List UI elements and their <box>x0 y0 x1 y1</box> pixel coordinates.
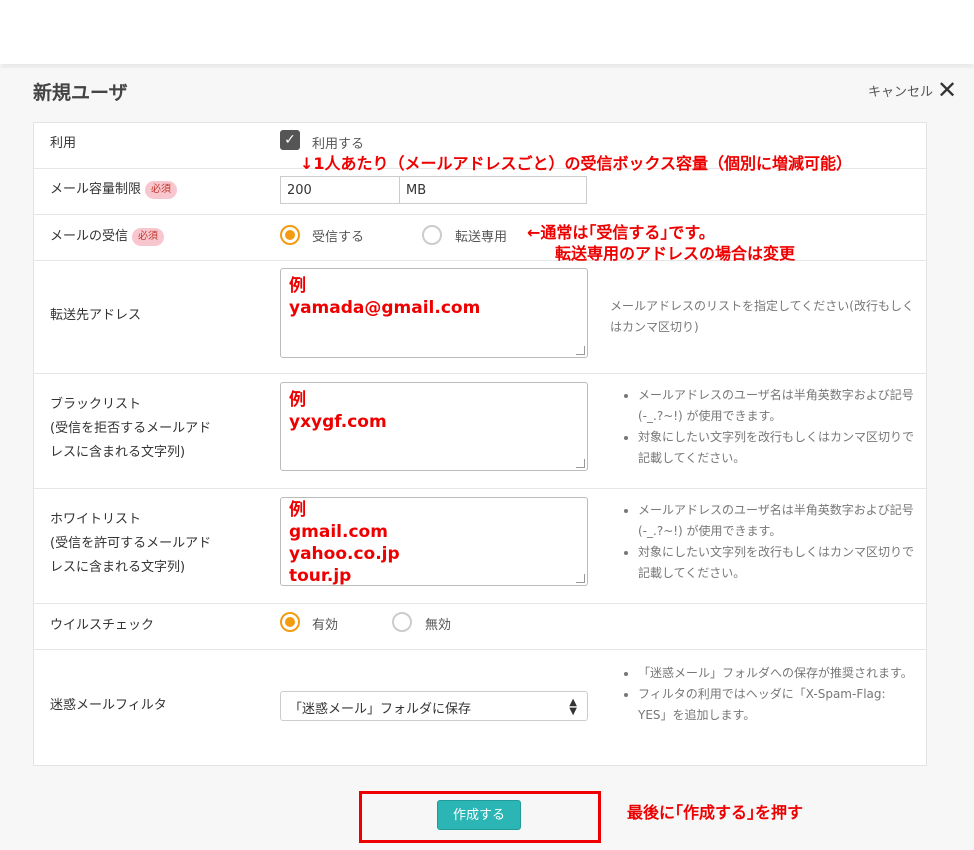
user-form: 利用 ✓ 利用する メール容量制限 必須 200 MB メールの受信 必須 受信する… <box>33 122 927 766</box>
textarea-line: yamada@gmail.com <box>289 298 481 318</box>
blacklist-label: ブラックリスト (受信を拒否するメールアド レスに含まれる文字列) <box>50 397 212 460</box>
textarea-line: yahoo.co.jp <box>289 544 400 564</box>
spam-label: 迷惑メールフィルタ <box>50 698 167 713</box>
virus-disabled-radio[interactable] <box>392 612 412 632</box>
virus-enabled-label: 有効 <box>312 618 339 633</box>
virus-label: ウイルスチェック <box>50 618 155 633</box>
textarea-line: gmail.com <box>289 522 388 542</box>
spam-select-value: 「迷惑メール」フォルダに保存 <box>289 702 472 717</box>
resize-grip-icon[interactable] <box>576 574 585 583</box>
quota-annotation: ↓1人あたり（メールアドレスごと）の受信ボックス容量（個別に増減可能） <box>300 154 853 173</box>
textarea-line: yxygf.com <box>289 412 387 432</box>
cancel-label: キャンセル <box>868 84 934 100</box>
resize-grip-icon[interactable] <box>576 346 585 355</box>
receive-annotation-2: 転送専用のアドレスの場合は変更 <box>555 244 796 263</box>
cancel-button[interactable]: キャンセル ✕ <box>868 78 957 102</box>
blacklist-textarea[interactable]: 例 yxygf.com <box>280 382 588 471</box>
submit-annotation: 最後に｢作成する｣を押す <box>627 803 804 822</box>
row-forward: 転送先アドレス 例 yamada@gmail.com メールアドレスのリストを指… <box>34 260 926 374</box>
spam-help: 「迷惑メール」フォルダへの保存が推奨されます。 フィルタの利用ではヘッダに「X-… <box>624 663 916 726</box>
whitelist-textarea[interactable]: 例 gmail.com yahoo.co.jp tour.jp <box>280 497 588 586</box>
row-whitelist: ホワイトリスト (受信を許可するメールアド レスに含まれる文字列) 例 gmai… <box>34 488 926 604</box>
page-title: 新規ユーザ <box>33 82 128 104</box>
textarea-line: 例 <box>289 276 306 296</box>
receive-label: メールの受信 必須 <box>50 225 165 249</box>
forward-only-option-label: 転送専用 <box>455 230 508 245</box>
whitelist-label: ホワイトリスト (受信を許可するメールアド レスに含まれる文字列) <box>50 512 212 575</box>
virus-disabled-label: 無効 <box>425 618 452 633</box>
top-bar <box>0 0 974 64</box>
create-button[interactable]: 作成する <box>437 800 521 830</box>
forward-only-radio[interactable] <box>422 225 442 245</box>
forward-help: メールアドレスのリストを指定してください(改行もしくはカンマ区切り) <box>610 299 914 334</box>
receive-radio[interactable] <box>280 225 300 245</box>
resize-grip-icon[interactable] <box>576 459 585 468</box>
textarea-line: tour.jp <box>289 566 352 586</box>
receive-option-label: 受信する <box>312 230 365 245</box>
select-arrows-icon: ▲ ▼ <box>569 697 577 717</box>
whitelist-help: メールアドレスのユーザ名は半角英数字および記号(-_.?~!) が使用できます。… <box>624 500 914 584</box>
required-badge: 必須 <box>132 227 165 246</box>
row-spam: 迷惑メールフィルタ 「迷惑メール」フォルダに保存 ▲▼ 「迷惑メール」フォルダへ… <box>34 649 926 765</box>
row-quota: メール容量制限 必須 200 MB <box>34 168 926 215</box>
quota-input[interactable]: 200 <box>280 176 400 204</box>
quota-label: メール容量制限 必須 <box>50 178 178 202</box>
quota-unit: MB <box>399 176 587 204</box>
row-blacklist: ブラックリスト (受信を拒否するメールアド レスに含まれる文字列) 例 yxyg… <box>34 373 926 489</box>
forward-label: 転送先アドレス <box>50 308 142 323</box>
required-badge: 必須 <box>145 180 178 199</box>
spam-select[interactable]: 「迷惑メール」フォルダに保存 ▲ ▼ <box>280 691 588 721</box>
textarea-line: 例 <box>289 500 306 520</box>
row-virus: ウイルスチェック 有効 無効 <box>34 603 926 650</box>
textarea-line: 例 <box>289 390 306 410</box>
use-label: 利用 <box>50 136 77 151</box>
virus-enabled-radio[interactable] <box>280 612 300 632</box>
use-checkbox[interactable]: ✓ <box>280 130 300 150</box>
blacklist-help: メールアドレスのユーザ名は半角英数字および記号(-_.?~!) が使用できます。… <box>624 385 914 469</box>
close-icon[interactable]: ✕ <box>937 78 957 102</box>
forward-textarea[interactable]: 例 yamada@gmail.com <box>280 268 588 358</box>
